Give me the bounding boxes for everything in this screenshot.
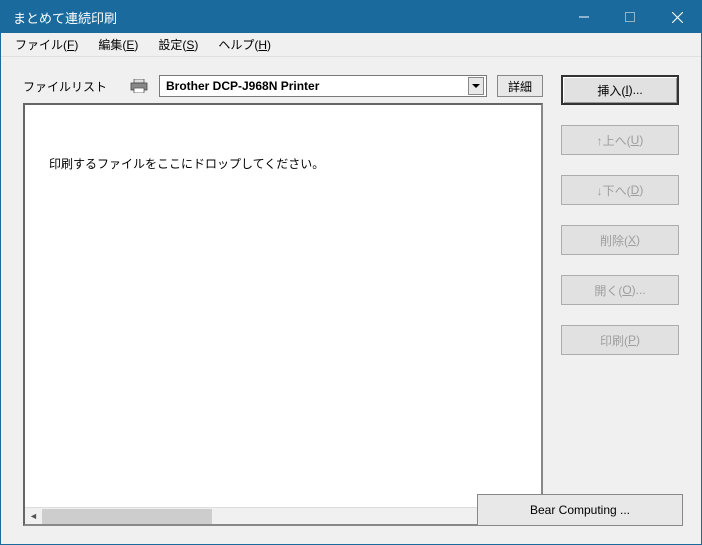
close-button[interactable] [653,1,701,33]
horizontal-scrollbar[interactable]: ◄ ► [25,507,541,524]
insert-button[interactable]: 挿入(I)... [561,75,679,105]
print-button[interactable]: 印刷(P) [561,325,679,355]
file-list[interactable]: 印刷するファイルをここにドロップしてください。 ◄ ► [23,103,543,526]
maximize-button[interactable] [607,1,653,33]
footer-row: Bear Computing ... [477,494,683,526]
minimize-button[interactable] [561,1,607,33]
menu-file[interactable]: ファイル(F) [7,34,86,55]
left-panel: ファイルリスト Brother DCP-J968N Printer 詳細 印刷す… [23,75,543,526]
printer-selected-text: Brother DCP-J968N Printer [166,79,468,93]
file-list-placeholder: 印刷するファイルをここにドロップしてください。 [25,105,541,507]
top-row: ファイルリスト Brother DCP-J968N Printer 詳細 [23,75,543,97]
menu-settings[interactable]: 設定(S) [150,34,206,55]
brand-button[interactable]: Bear Computing ... [477,494,683,526]
titlebar-buttons [561,1,701,33]
scroll-left-icon[interactable]: ◄ [25,508,42,525]
delete-button[interactable]: 削除(X) [561,225,679,255]
app-window: まとめて連続印刷 ファイル(F) 編集(E) 設定(S) ヘルプ(H) ファイル… [0,0,702,545]
content-area: ファイルリスト Brother DCP-J968N Printer 詳細 印刷す… [1,57,701,544]
right-button-column: 挿入(I)... ↑上へ(U) ↓下へ(D) 削除(X) 開く(O)... 印刷… [561,75,683,526]
filelist-label: ファイルリスト [23,78,119,95]
move-down-button[interactable]: ↓下へ(D) [561,175,679,205]
scroll-thumb[interactable] [42,509,212,524]
open-button[interactable]: 開く(O)... [561,275,679,305]
menu-edit[interactable]: 編集(E) [90,34,146,55]
printer-icon [129,78,149,94]
menubar: ファイル(F) 編集(E) 設定(S) ヘルプ(H) [1,33,701,57]
titlebar: まとめて連続印刷 [1,1,701,33]
menu-help[interactable]: ヘルプ(H) [210,34,279,55]
window-title: まとめて連続印刷 [13,8,561,27]
move-up-button[interactable]: ↑上へ(U) [561,125,679,155]
printer-select[interactable]: Brother DCP-J968N Printer [159,75,487,97]
details-button[interactable]: 詳細 [497,75,543,97]
dropdown-icon[interactable] [468,77,484,95]
